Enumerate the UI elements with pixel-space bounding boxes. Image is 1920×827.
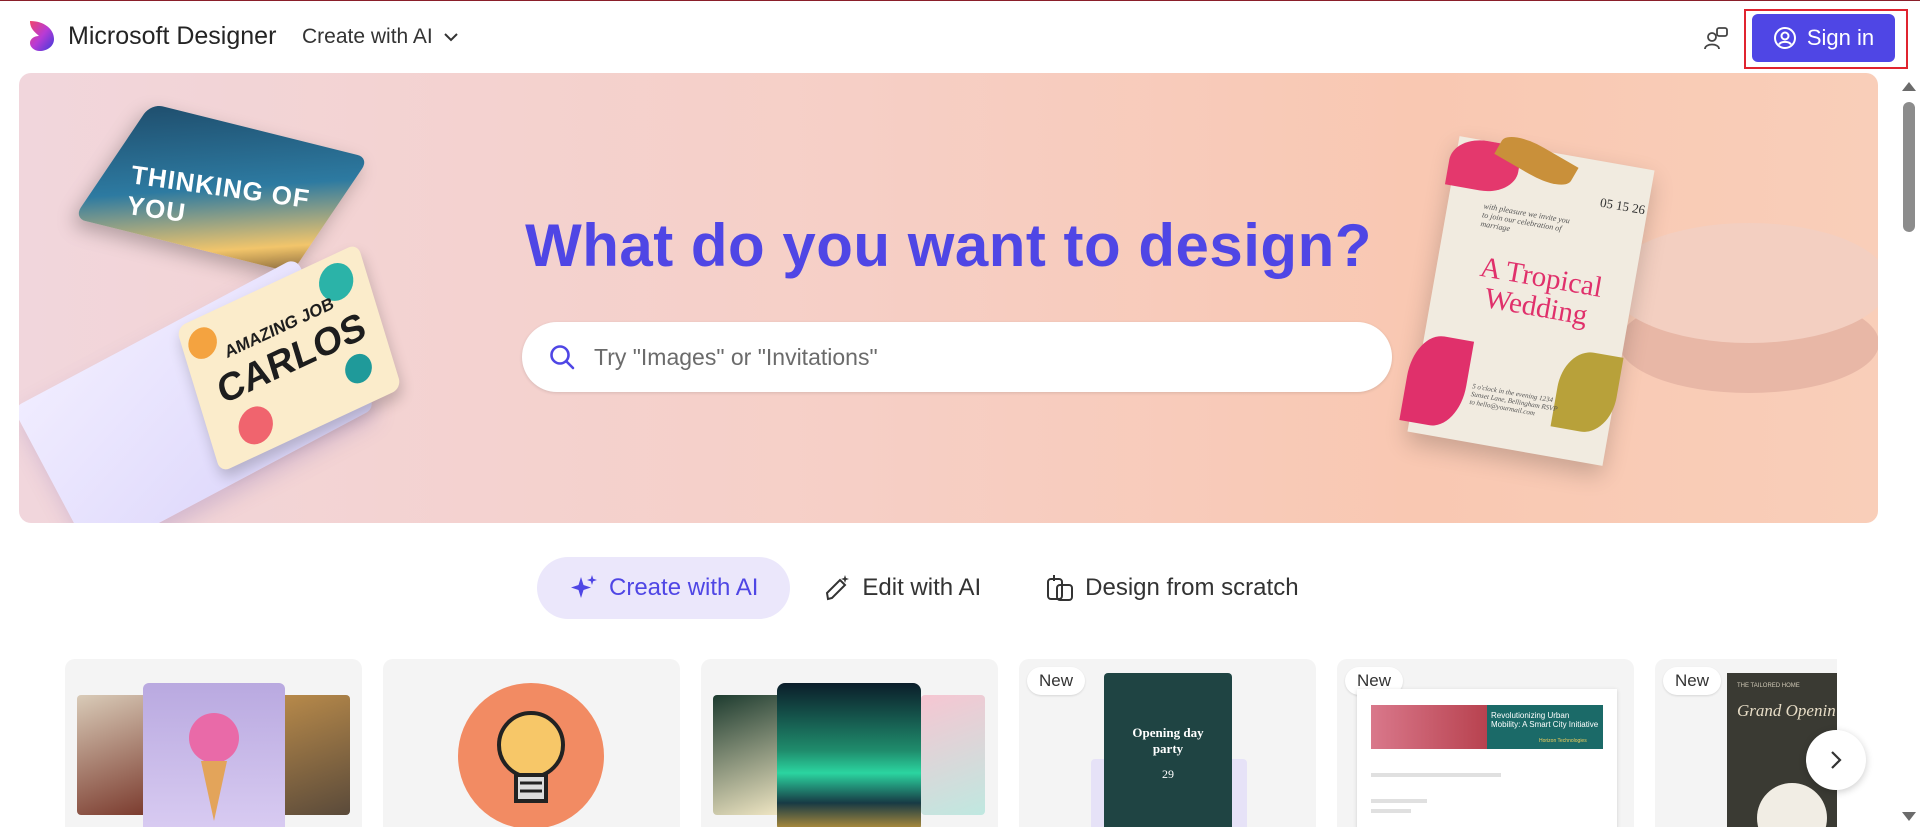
mode-tabs: Create with AI Edit with AI Design from …: [537, 557, 1331, 619]
pastel-thumbnail: [921, 695, 985, 815]
invite-thumbnail: Opening day party 29: [1104, 673, 1232, 827]
magic-pen-icon: [826, 575, 850, 601]
designer-logo-icon: [30, 21, 54, 51]
sign-in-button[interactable]: Sign in: [1752, 14, 1895, 62]
template-carousel: New Opening day party 29 New Revolutioni…: [65, 659, 1837, 827]
search-bar[interactable]: [522, 322, 1392, 392]
tropical-wedding-card-image: 05 15 26 with pleasure we invite you to …: [1399, 127, 1655, 466]
brand-name: Microsoft Designer: [68, 21, 277, 50]
template-card-sticker[interactable]: [383, 659, 680, 827]
banner-header: Revolutionizing Urban Mobility: A Smart …: [1371, 705, 1603, 749]
template-card-backgrounds[interactable]: [701, 659, 998, 827]
template-card-images[interactable]: [65, 659, 362, 827]
tab-design-label: Design from scratch: [1085, 574, 1299, 601]
banner-sub: Horizon Technologies: [1539, 738, 1587, 744]
chevron-right-icon: [1831, 751, 1842, 769]
shapes-brush-icon: [1047, 575, 1074, 601]
lightbulb-icon: [497, 711, 565, 803]
share-people-icon[interactable]: [1702, 25, 1730, 53]
carousel-next-button[interactable]: [1806, 730, 1866, 790]
portrait-thumbnail: [280, 695, 350, 815]
abstract-thumbnail: [713, 695, 783, 815]
grand-title: Grand Openin: [1737, 701, 1836, 720]
ice-cream-cone: [201, 761, 227, 821]
ice-cream-scoop: [189, 713, 239, 763]
wedding-date: 05 15 26: [1598, 194, 1647, 218]
user-circle-icon: [1773, 27, 1796, 49]
banner-title: Revolutionizing Urban Mobility: A Smart …: [1491, 711, 1599, 729]
tab-edit-label: Edit with AI: [862, 574, 982, 601]
search-icon: [550, 345, 575, 370]
decor-leaf: [1399, 331, 1475, 431]
template-card-invitation[interactable]: New Opening day party 29: [1019, 659, 1316, 827]
sign-in-label: Sign in: [1806, 25, 1875, 50]
text-line: [1371, 799, 1427, 803]
decor-dot: [184, 322, 221, 364]
lightbulb-circle: [458, 683, 604, 827]
invite-title: Opening day party: [1132, 725, 1204, 756]
podium-image: [1609, 223, 1878, 343]
create-with-ai-menu[interactable]: Create with AI: [302, 25, 459, 49]
ice-cream-thumbnail: [143, 683, 285, 827]
wedding-title: A Tropical Wedding: [1477, 250, 1605, 332]
text-line: [1371, 809, 1411, 813]
hero-banner: THINKING OF YOU AMAZING JOB CARLOS What …: [19, 73, 1878, 523]
new-badge: New: [1027, 667, 1086, 695]
decor-dot: [234, 400, 278, 451]
banner-document: Revolutionizing Urban Mobility: A Smart …: [1357, 689, 1617, 827]
wedding-invite-text: with pleasure we invite you to join our …: [1479, 201, 1571, 234]
invite-day: 29: [1162, 767, 1174, 781]
top-nav: Microsoft Designer Create with AI Sign i…: [0, 1, 1920, 73]
scroll-down-arrow[interactable]: [1902, 812, 1916, 821]
template-card-banner[interactable]: New Revolutionizing Urban Mobility: A Sm…: [1337, 659, 1634, 827]
search-input[interactable]: [592, 342, 1356, 372]
tab-design-from-scratch[interactable]: Design from scratch: [1013, 557, 1330, 619]
create-menu-label: Create with AI: [302, 25, 433, 48]
sparkle-icon: [571, 575, 597, 598]
tab-create-label: Create with AI: [609, 574, 759, 601]
scroll-up-arrow[interactable]: [1902, 82, 1916, 91]
aurora-thumbnail: [777, 683, 921, 827]
grand-small: THE TAILORED HOME: [1737, 683, 1800, 689]
car-thumbnail: [77, 695, 147, 815]
brand[interactable]: Microsoft Designer: [26, 19, 276, 53]
tab-create-with-ai[interactable]: Create with AI: [537, 557, 791, 619]
wedding-details: 5 o'clock in the evening 1234 Sunset Lan…: [1468, 382, 1559, 418]
scrollbar-thumb[interactable]: [1903, 102, 1915, 232]
tab-edit-with-ai[interactable]: Edit with AI: [790, 557, 1013, 619]
flower-thumbnail: [1371, 705, 1487, 749]
vase-thumbnail: [1757, 783, 1827, 827]
chevron-down-icon: [444, 33, 458, 42]
text-line: [1371, 773, 1501, 777]
new-badge: New: [1663, 667, 1722, 695]
decor-leaf: [1550, 347, 1624, 437]
